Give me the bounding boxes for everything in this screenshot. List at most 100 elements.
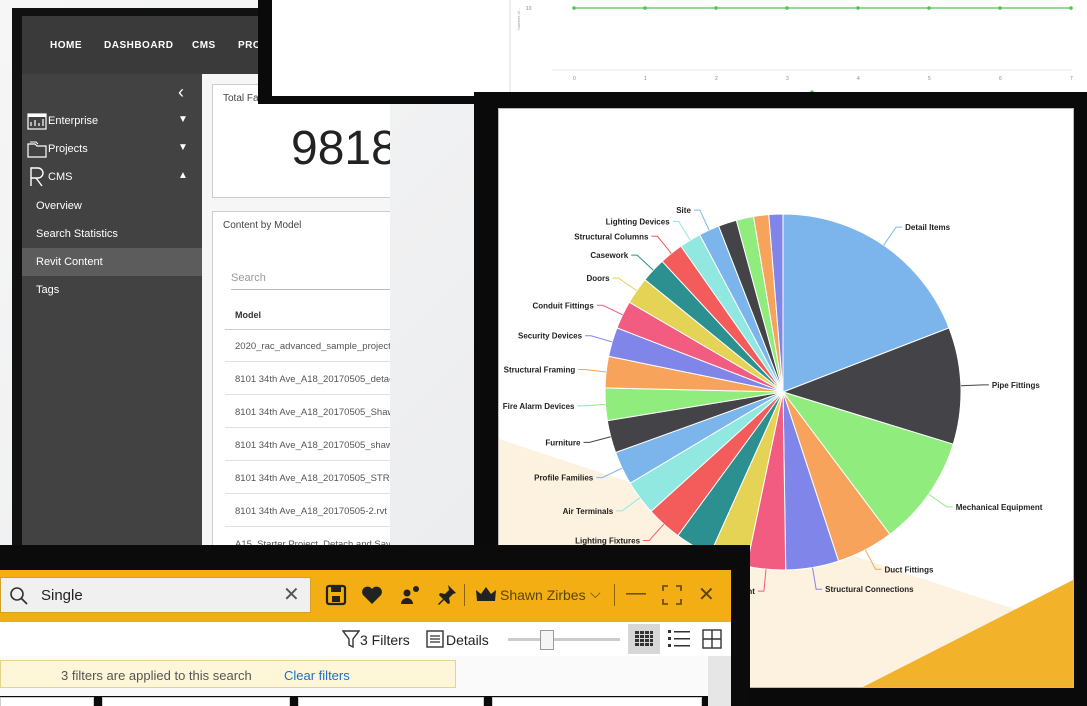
sidebar-subitem-revit-content[interactable]: Revit Content bbox=[22, 248, 202, 276]
minimize-icon[interactable]: — bbox=[626, 582, 646, 605]
pie-label: Duct Fittings bbox=[885, 565, 934, 574]
x-tick-label: 5 bbox=[928, 76, 931, 82]
result-tile[interactable] bbox=[492, 697, 702, 706]
table-view-icon[interactable] bbox=[702, 629, 722, 649]
toolbar-divider bbox=[614, 584, 615, 606]
folder-icon bbox=[27, 141, 47, 158]
sidebar-item-projects[interactable]: Projects ▼ bbox=[22, 136, 202, 162]
results-scrollbar[interactable] bbox=[708, 656, 731, 706]
x-tick-label: 3 bbox=[786, 76, 789, 82]
chevron-down-icon[interactable]: ⌵ bbox=[590, 585, 601, 602]
series-point[interactable] bbox=[1069, 6, 1073, 10]
sidebar-subitem-tags[interactable]: Tags bbox=[22, 276, 202, 304]
series-point[interactable] bbox=[927, 6, 931, 10]
close-icon[interactable]: ✕ bbox=[698, 582, 715, 607]
pie-connector bbox=[812, 567, 823, 590]
model-search-input[interactable]: Search bbox=[231, 264, 390, 290]
revit-icon bbox=[30, 167, 44, 187]
pie-label: Profile Families bbox=[534, 474, 594, 483]
pie-label: Security Devices bbox=[518, 332, 583, 341]
model-name: 8101 34th Ave_A18_20170505_detached.rvt bbox=[235, 374, 390, 385]
y-tick-label: 10 bbox=[526, 6, 532, 12]
crown-icon bbox=[476, 587, 496, 601]
nav-cms[interactable]: CMS bbox=[192, 40, 216, 51]
filters-bar: 3 Filters Details bbox=[0, 622, 731, 656]
pie-label: Fire Alarm Devices bbox=[503, 402, 575, 411]
x-tick-label: 6 bbox=[999, 76, 1002, 82]
model-name: 8101 34th Ave_A18_20170505_STRYKER II.rv… bbox=[235, 473, 390, 484]
size-slider[interactable] bbox=[508, 630, 620, 650]
series-point[interactable] bbox=[856, 6, 860, 10]
table-row[interactable]: 8101 34th Ave_A18_20170505_detached.rvt bbox=[225, 363, 390, 395]
model-name: 8101 34th Ave_A18_20170505_ShawnCZirbes.… bbox=[235, 407, 390, 418]
share-users-icon[interactable] bbox=[398, 583, 422, 607]
save-icon[interactable] bbox=[324, 583, 348, 607]
sidebar-item-cms[interactable]: CMS ▲ bbox=[22, 164, 202, 190]
table-header[interactable]: Model bbox=[225, 300, 390, 330]
table-row[interactable]: 8101 34th Ave_A18_20170505_STRYKER II.rv… bbox=[225, 462, 390, 494]
slider-thumb[interactable] bbox=[540, 630, 554, 650]
pin-icon[interactable] bbox=[434, 583, 458, 607]
filter-note-text: 3 filters are applied to this search bbox=[61, 668, 252, 683]
pie-label: Casework bbox=[590, 251, 628, 260]
chevron-up-icon: ▲ bbox=[178, 170, 188, 181]
pie-connector bbox=[864, 549, 882, 570]
pie-label: Lighting Devices bbox=[606, 217, 671, 226]
series-point[interactable] bbox=[998, 6, 1002, 10]
x-tick-label: 2 bbox=[715, 76, 718, 82]
table-row[interactable]: 8101 34th Ave_A18_20170505-2.rvt bbox=[225, 495, 390, 527]
sidebar-subitem-label: Overview bbox=[36, 200, 82, 212]
collapse-chevron-icon[interactable]: ‹ bbox=[178, 82, 184, 103]
pie-label: Site bbox=[676, 206, 691, 215]
pie-label: Structural Columns bbox=[574, 232, 649, 241]
list-view-icon[interactable] bbox=[668, 629, 690, 649]
table-row[interactable]: 8101 34th Ave_A18_20170505_ShawnCZirbes.… bbox=[225, 396, 390, 428]
pie-connector bbox=[928, 493, 953, 508]
search-input[interactable]: Single ✕ bbox=[0, 577, 311, 613]
maximize-icon[interactable] bbox=[660, 583, 684, 607]
result-tile[interactable] bbox=[0, 697, 94, 706]
sidebar-subitem-label: Search Statistics bbox=[36, 228, 118, 240]
series-point[interactable] bbox=[714, 6, 718, 10]
series-point[interactable] bbox=[643, 6, 647, 10]
model-name: 8101 34th Ave_A18_20170505-2.rvt bbox=[235, 506, 387, 517]
pie-connector bbox=[577, 403, 606, 407]
main-content: Total Fa 9818 Content by Model Search Mo… bbox=[202, 74, 390, 568]
pie-connector bbox=[578, 369, 607, 373]
pie-label: Conduit Fittings bbox=[532, 301, 594, 310]
nav-dashboard[interactable]: DASHBOARD bbox=[104, 40, 174, 51]
pie-connector bbox=[596, 467, 623, 479]
pie-connector bbox=[960, 384, 989, 387]
heart-icon[interactable] bbox=[360, 583, 384, 607]
details-icon bbox=[426, 630, 444, 648]
filters-button[interactable]: 3 Filters bbox=[360, 632, 410, 648]
series-point[interactable] bbox=[785, 6, 789, 10]
pie-connector bbox=[883, 226, 903, 246]
search-icon bbox=[10, 587, 28, 605]
pie-connector bbox=[616, 497, 641, 512]
result-tile[interactable] bbox=[102, 697, 290, 706]
table-row[interactable]: 2020_rac_advanced_sample_project.rvt bbox=[225, 330, 390, 362]
line-chart-svg: 0 1 2 3 4 5 6 7 10 Number of... bbox=[509, 0, 1073, 96]
grid-view-icon bbox=[635, 631, 653, 646]
details-button[interactable]: Details bbox=[446, 632, 489, 648]
sidebar-subitem-search-statistics[interactable]: Search Statistics bbox=[22, 220, 202, 248]
sidebar-subitem-overview[interactable]: Overview bbox=[22, 192, 202, 220]
grid-view-button[interactable] bbox=[628, 624, 660, 654]
content-by-model-card: Content by Model Search Model 2020_rac_a… bbox=[212, 211, 390, 568]
result-tile[interactable] bbox=[298, 697, 484, 706]
sidebar-item-enterprise[interactable]: Enterprise ▼ bbox=[22, 108, 202, 134]
clear-search-icon[interactable]: ✕ bbox=[283, 582, 300, 607]
nav-home[interactable]: HOME bbox=[50, 40, 82, 51]
x-tick-label: 1 bbox=[644, 76, 647, 82]
pie-connector bbox=[757, 569, 767, 592]
clear-filters-link[interactable]: Clear filters bbox=[284, 668, 350, 683]
sidebar-item-label: Projects bbox=[48, 143, 88, 155]
column-model: Model bbox=[235, 310, 261, 320]
sidebar: ‹ Enterprise ▼ Projects ▼ CMS ▲ Overview… bbox=[22, 74, 202, 568]
series-point[interactable] bbox=[572, 6, 576, 10]
table-row[interactable]: 8101 34th Ave_A18_20170505_shawnz@cadtec… bbox=[225, 429, 390, 461]
pie-connector bbox=[672, 220, 691, 241]
user-menu[interactable]: Shawn Zirbes bbox=[500, 587, 586, 603]
x-tick-label: 7 bbox=[1070, 76, 1073, 82]
